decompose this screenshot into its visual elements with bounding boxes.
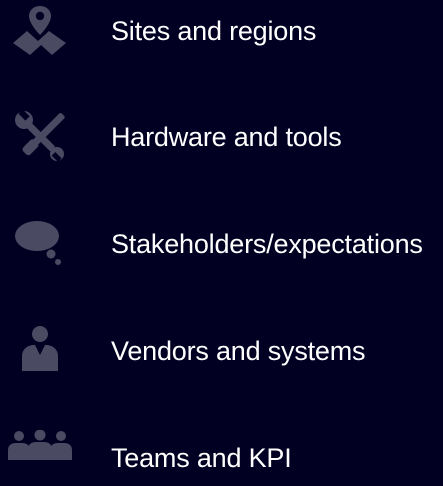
menu-item-label: Stakeholders/expectations — [111, 229, 423, 259]
menu-item-label: Vendors and systems — [111, 336, 366, 366]
menu-item-vendors-and-systems[interactable]: Vendors and systems — [0, 323, 443, 379]
map-pin-icon — [8, 3, 72, 59]
person-icon — [8, 323, 72, 379]
menu-item-sites-and-regions[interactable]: Sites and regions — [0, 3, 443, 59]
menu-item-stakeholders-expectations[interactable]: Stakeholders/expectations — [0, 216, 443, 272]
menu-item-hardware-and-tools[interactable]: Hardware and tools — [0, 109, 443, 165]
thought-bubble-icon — [8, 216, 72, 272]
menu-item-label: Sites and regions — [111, 16, 317, 46]
menu-item-teams-and-kpi[interactable]: Teams and KPI — [0, 430, 443, 486]
menu-item-label: Teams and KPI — [111, 443, 292, 473]
team-icon — [8, 430, 72, 486]
menu-item-label: Hardware and tools — [111, 122, 342, 152]
tools-icon — [8, 109, 72, 165]
